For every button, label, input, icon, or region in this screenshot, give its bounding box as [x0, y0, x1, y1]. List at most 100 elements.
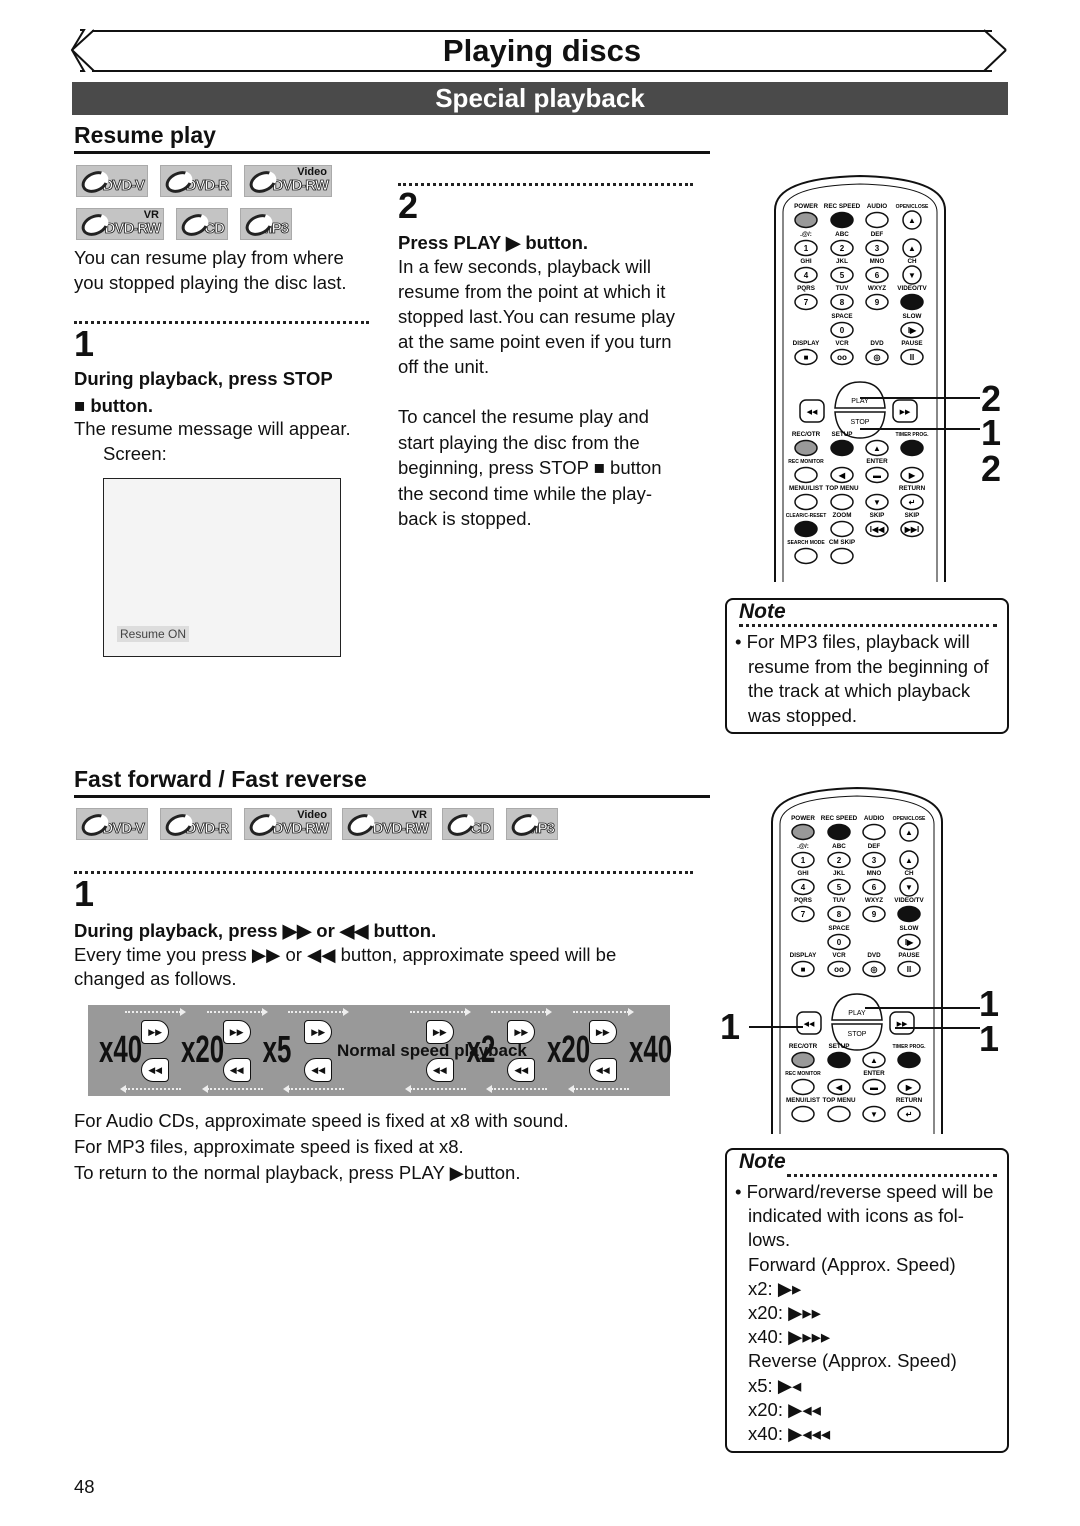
remote-button: VIDEO/TV [894, 897, 924, 923]
remote-button-label: CLEAR/C-RESET [786, 513, 827, 519]
text-line: the track at which playback [748, 680, 971, 701]
remote-button-label: JKL [836, 258, 848, 265]
remote-button-label: TUV [833, 897, 846, 904]
remote-button-glyph: 5 [840, 271, 845, 280]
remote-button-label: TIMER PROG. [892, 1044, 926, 1050]
text-line: back is stopped. [398, 508, 532, 529]
remote-button-glyph: ◀ [835, 1083, 843, 1092]
remote-button-label: VIDEO/TV [894, 897, 924, 904]
remote-button-label: WXYZ [865, 897, 883, 904]
rewind-icon: ◀◀ [807, 409, 818, 416]
forward-arrow-icon [206, 1008, 268, 1016]
remote-button-label: TUV [836, 285, 849, 292]
text-line: x20: ▶▸▸ [748, 1302, 821, 1324]
text-line: you stopped playing the disc last. [74, 272, 347, 293]
remote-button-glyph: 4 [804, 271, 809, 280]
remote-button: ▼ [865, 493, 889, 511]
section-banner: Special playback [72, 82, 1008, 115]
remote-button: AUDIO [865, 203, 889, 229]
remote-button: PAUSE II [897, 952, 921, 978]
remote-button-glyph: ▼ [873, 498, 881, 507]
remote-button: ◀ [830, 466, 854, 484]
callout-number: 1 [979, 1018, 1000, 1059]
remote-button-label: DVD [867, 952, 881, 959]
remote-button-glyph: 8 [840, 298, 845, 307]
remote-button: DEF 3 [862, 843, 886, 869]
forward-arrow-icon [288, 1008, 350, 1016]
remote-button: TOP MENU [825, 485, 859, 511]
remote-button: ZOOM [830, 512, 854, 538]
remote-button: MNO 6 [862, 870, 886, 896]
remote-button-glyph: ▲ [908, 244, 916, 253]
remote-button-label: CM SKIP [829, 539, 855, 546]
disc-format-label: DVD-RW [272, 177, 329, 195]
remote-button-glyph: I◀◀ [870, 525, 885, 534]
remote-button: TIMER PROG. [892, 1044, 926, 1069]
remote-button-glyph: 9 [875, 298, 880, 307]
callout-number: 1 [720, 1006, 741, 1047]
remote-button-label: SEARCH MODE [787, 540, 825, 546]
forward-arrow-icon [125, 1008, 187, 1016]
remote-button-label: CH [907, 258, 917, 265]
fast-reverse-button-icon: ◀◀ [588, 1058, 617, 1082]
speed-label: x20 [180, 1029, 225, 1071]
remote-button-label: GHI [797, 870, 808, 877]
remote-button: GHI 4 [791, 870, 815, 896]
remote-button-glyph: I▶ [905, 938, 914, 947]
remote-button: REC/OTR [789, 1043, 818, 1069]
remote-button: SKIP I◀◀ [865, 512, 889, 538]
remote-button: DVD ◎ [862, 952, 886, 978]
remote-button-label: TOP MENU [822, 1097, 855, 1104]
reverse-arrow-icon [283, 1085, 345, 1093]
remote-button: REC/OTR [792, 431, 821, 457]
remote-button-label: DISPLAY [793, 340, 821, 347]
remote-button-label: SPACE [831, 313, 852, 320]
step1-body: The resume message will appear. Screen: [74, 416, 351, 466]
step2-cancel-text: To cancel the resume play and start play… [398, 404, 662, 532]
text-line: • For MP3 files, playback will [735, 631, 970, 652]
text-line: beginning, press STOP ■ button [398, 457, 662, 478]
reverse-arrow-icon [201, 1085, 263, 1093]
text-line: indicated with icons as fol- [748, 1205, 964, 1227]
forward-arrow-icon [491, 1008, 553, 1016]
text-line: changed as follows. [74, 968, 237, 989]
page-title: Playing discs [92, 30, 992, 72]
remote-button-label: REC/OTR [792, 431, 821, 438]
note-divider [787, 1174, 997, 1177]
remote-button: ABC 2 [827, 843, 851, 869]
speed-label: x20 [547, 1029, 591, 1071]
remote-button-label: WXYZ [868, 285, 886, 292]
callout-number: 1 [981, 412, 1002, 453]
remote-button: .@/: 1 [791, 843, 815, 869]
fast-forward-button-icon: ▶▶ [304, 1020, 333, 1044]
text-line: off the unit. [398, 356, 490, 377]
disc-format-label: DVD-RW [372, 820, 429, 838]
remote-button-label: AUDIO [867, 203, 887, 210]
remote-button: JKL 5 [827, 870, 851, 896]
remote-button-label: REC/OTR [789, 1043, 818, 1050]
text-line: Every time you press ▶▶ or ◀◀ button, ap… [74, 944, 617, 965]
fast-forward-button-icon: ▶▶ [588, 1020, 617, 1044]
remote-button-label: SETUP [829, 1043, 850, 1050]
remote-button-label: RETURN [899, 485, 926, 492]
remote-button-label: AUDIO [864, 815, 884, 822]
remote-button-label: PAUSE [898, 952, 919, 959]
text-line: lows. [748, 1229, 791, 1251]
remote-button-glyph: 2 [837, 856, 842, 865]
remote-button-label: JKL [833, 870, 845, 877]
step-number: 1 [74, 323, 95, 364]
remote-button: WXYZ 9 [865, 285, 889, 311]
remote-button: POWER [794, 203, 818, 229]
disc-icon-dvd-r: DVD-R [160, 165, 232, 197]
resume-play-heading: Resume play [74, 122, 216, 148]
remote-button-glyph: ▲ [870, 1056, 878, 1065]
fast-forward-button-icon: ▶▶ [507, 1020, 536, 1044]
remote-button: ENTER ▬ [865, 458, 889, 484]
remote-button-label: SKIP [870, 512, 885, 519]
ff-rew-button-pair: ▶▶ ◀◀ [567, 1005, 634, 1096]
remote-button-label: VCR [832, 952, 846, 959]
remote-button-label: REC MONITOR [788, 459, 824, 465]
remote-button: REC SPEED [821, 815, 858, 841]
remote-button: OPEN/CLOSE ▲ [893, 816, 926, 842]
remote-button-glyph: ↵ [909, 498, 916, 507]
